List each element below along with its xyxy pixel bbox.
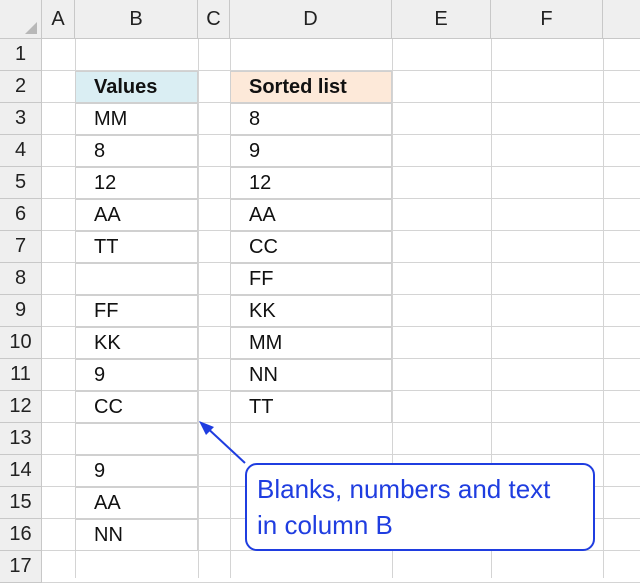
callout-line-1: Blanks, numbers and text xyxy=(257,474,551,504)
callout-box: Blanks, numbers and text in column B xyxy=(245,463,595,551)
callout-line-2: in column B xyxy=(257,510,393,540)
